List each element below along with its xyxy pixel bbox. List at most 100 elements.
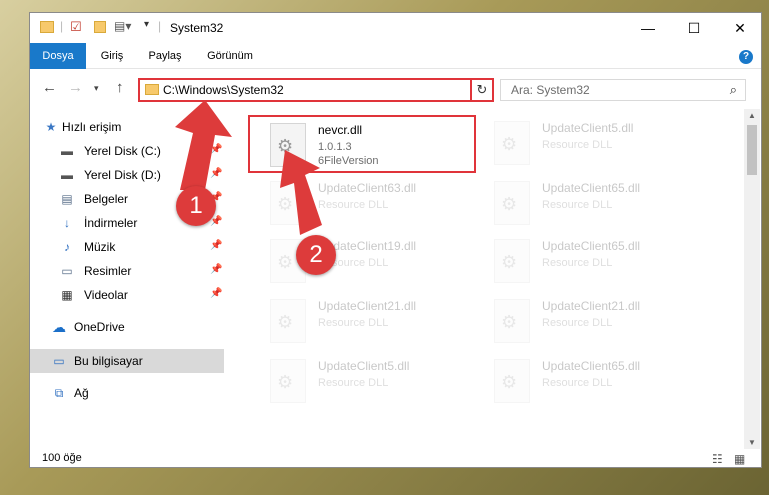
music-icon: ♪	[64, 240, 70, 254]
video-icon: ▦	[61, 288, 73, 302]
file-item[interactable]: ⚙ UpdateClient21.dll Resource DLL	[250, 293, 478, 351]
sidebar-item-label: Yerel Disk (D:)	[84, 168, 161, 182]
scroll-down-icon[interactable]: ▼	[744, 438, 760, 447]
pin-icon[interactable]: 📌	[210, 288, 222, 299]
file-item[interactable]: ⚙ UpdateClient19.dll Resource DLL	[250, 233, 478, 291]
sidebar-item-music[interactable]: ♪ Müzik 📌	[30, 235, 224, 259]
file-description: Resource DLL	[542, 317, 613, 329]
pin-icon[interactable]: 📌	[210, 264, 222, 275]
sidebar-item-label: Ağ	[74, 386, 89, 400]
gear-icon: ⚙	[501, 252, 518, 272]
sidebar-item-label: Bu bilgisayar	[74, 354, 143, 368]
dll-file-icon: ⚙	[494, 181, 530, 225]
sidebar-item-pictures[interactable]: ▭ Resimler 📌	[30, 259, 224, 283]
large-icons-view-icon[interactable]: ▦	[734, 452, 745, 466]
address-path[interactable]: C:\Windows\System32	[163, 83, 284, 97]
search-placeholder: Ara: System32	[511, 83, 590, 97]
sidebar-item-local-disk-c[interactable]: ▬ Yerel Disk (C:) 📌	[30, 139, 224, 163]
file-item[interactable]: ⚙ UpdateClient63.dll Resource DLL	[250, 175, 478, 233]
dll-file-icon: ⚙	[270, 181, 306, 225]
sidebar-item-label: Yerel Disk (C:)	[84, 144, 161, 158]
sidebar-item-label: Belgeler	[84, 192, 129, 206]
file-name: UpdateClient65.dll	[542, 239, 641, 253]
refresh-button[interactable]: ↻	[470, 78, 494, 102]
file-description: Resource DLL	[542, 199, 613, 211]
file-item-nevcr[interactable]: ⚙ nevcr.dll 1.0.1.3 6FileVersion	[248, 115, 476, 173]
file-list: ⚙ nevcr.dll 1.0.1.3 6FileVersion ⚙ Updat…	[230, 109, 740, 449]
gear-icon: ⚙	[277, 194, 294, 214]
status-bar: 100 öğe ☷ ▦	[30, 449, 761, 469]
sidebar-item-this-pc[interactable]: ▭ Bu bilgisayar	[30, 349, 224, 373]
gear-icon: ⚙	[277, 252, 294, 272]
divider: |	[60, 19, 64, 33]
file-item[interactable]: ⚙ UpdateClient5.dll Resource DLL	[250, 353, 478, 411]
file-description: Resource DLL	[542, 139, 613, 151]
file-item[interactable]: ⚙ UpdateClient5.dll Resource DLL	[474, 115, 702, 173]
properties-icon[interactable]: ☑	[70, 19, 82, 35]
scrollbar-thumb[interactable]	[747, 125, 757, 175]
file-item[interactable]: ⚙ UpdateClient21.dll Resource DLL	[474, 293, 702, 351]
scroll-up-icon[interactable]: ▲	[744, 111, 760, 120]
details-view-icon[interactable]: ☷	[712, 452, 723, 466]
minimize-button[interactable]: —	[625, 13, 671, 43]
sidebar-item-videos[interactable]: ▦ Videolar 📌	[30, 283, 224, 307]
recent-locations-chevron-icon[interactable]: ▾	[94, 83, 99, 94]
file-item[interactable]: ⚙ UpdateClient65.dll Resource DLL	[474, 175, 702, 233]
file-name: nevcr.dll	[318, 123, 363, 137]
tab-dosya[interactable]: Dosya	[30, 43, 86, 69]
rename-icon[interactable]: ▤▾	[114, 19, 131, 33]
network-icon: ⧉	[54, 386, 64, 400]
file-name: UpdateClient65.dll	[542, 359, 641, 373]
sidebar-item-network[interactable]: ⧉ Ağ	[30, 381, 224, 405]
star-icon: ★	[45, 120, 57, 134]
pin-icon[interactable]: 📌	[210, 144, 222, 155]
pin-icon[interactable]: 📌	[210, 240, 222, 251]
file-name: UpdateClient5.dll	[542, 121, 634, 135]
navigation-bar: ← → ▾ ↑ C:\Windows\System32 ⌄ ↻ Ara: Sys…	[30, 69, 761, 109]
vertical-scrollbar[interactable]: ▲ ▼	[744, 109, 760, 449]
file-item[interactable]: ⚙ UpdateClient65.dll Resource DLL	[474, 353, 702, 411]
dll-file-icon: ⚙	[270, 359, 306, 403]
pictures-icon: ▭	[61, 264, 73, 278]
forward-arrow-icon[interactable]: →	[68, 79, 83, 96]
address-bar[interactable]: C:\Windows\System32 ⌄	[138, 78, 490, 102]
sidebar-item-onedrive[interactable]: ☁ OneDrive	[30, 315, 224, 339]
customize-toolbar-icon[interactable]: ▾	[144, 19, 149, 30]
folder-icon[interactable]	[40, 21, 54, 33]
maximize-button[interactable]: ☐	[671, 13, 717, 43]
step-2-badge: 2	[296, 235, 336, 275]
gear-icon: ⚙	[501, 372, 518, 392]
sidebar-item-label: OneDrive	[74, 320, 125, 334]
help-icon[interactable]: ?	[739, 50, 753, 64]
dll-file-icon: ⚙	[494, 299, 530, 343]
file-item[interactable]: ⚙ UpdateClient65.dll Resource DLL	[474, 233, 702, 291]
tab-gorunum[interactable]: Görünüm	[200, 43, 260, 69]
gear-icon: ⚙	[277, 136, 294, 156]
divider: |	[158, 19, 162, 33]
file-name: UpdateClient5.dll	[318, 359, 410, 373]
tab-giris[interactable]: Giriş	[92, 43, 132, 69]
back-arrow-icon[interactable]: ←	[42, 79, 57, 96]
step-1-badge: 1	[176, 186, 216, 226]
pin-icon[interactable]: 📌	[210, 168, 222, 179]
sidebar-item-label: İndirmeler	[84, 216, 138, 230]
item-count: 100 öğe	[42, 452, 82, 464]
file-description: Resource DLL	[318, 377, 389, 389]
search-input[interactable]: Ara: System32 ⌕	[500, 79, 746, 101]
up-arrow-icon[interactable]: ↑	[116, 79, 124, 96]
file-name: UpdateClient65.dll	[542, 181, 641, 195]
sidebar-item-local-disk-d[interactable]: ▬ Yerel Disk (D:) 📌	[30, 163, 224, 187]
tab-paylas[interactable]: Paylaş	[142, 43, 188, 69]
sidebar-item-label: Hızlı erişim	[62, 120, 122, 134]
file-version: 1.0.1.3	[318, 141, 352, 153]
close-button[interactable]: ✕	[717, 13, 763, 43]
file-name: UpdateClient21.dll	[318, 299, 417, 313]
search-icon[interactable]: ⌕	[730, 82, 737, 98]
computer-icon: ▭	[53, 354, 65, 368]
new-folder-icon[interactable]	[94, 21, 106, 33]
dll-file-icon: ⚙	[494, 359, 530, 403]
dll-file-icon: ⚙	[494, 239, 530, 283]
sidebar-item-quick-access[interactable]: ★ Hızlı erişim	[30, 115, 224, 139]
gear-icon: ⚙	[501, 194, 518, 214]
file-description: Resource DLL	[542, 377, 613, 389]
